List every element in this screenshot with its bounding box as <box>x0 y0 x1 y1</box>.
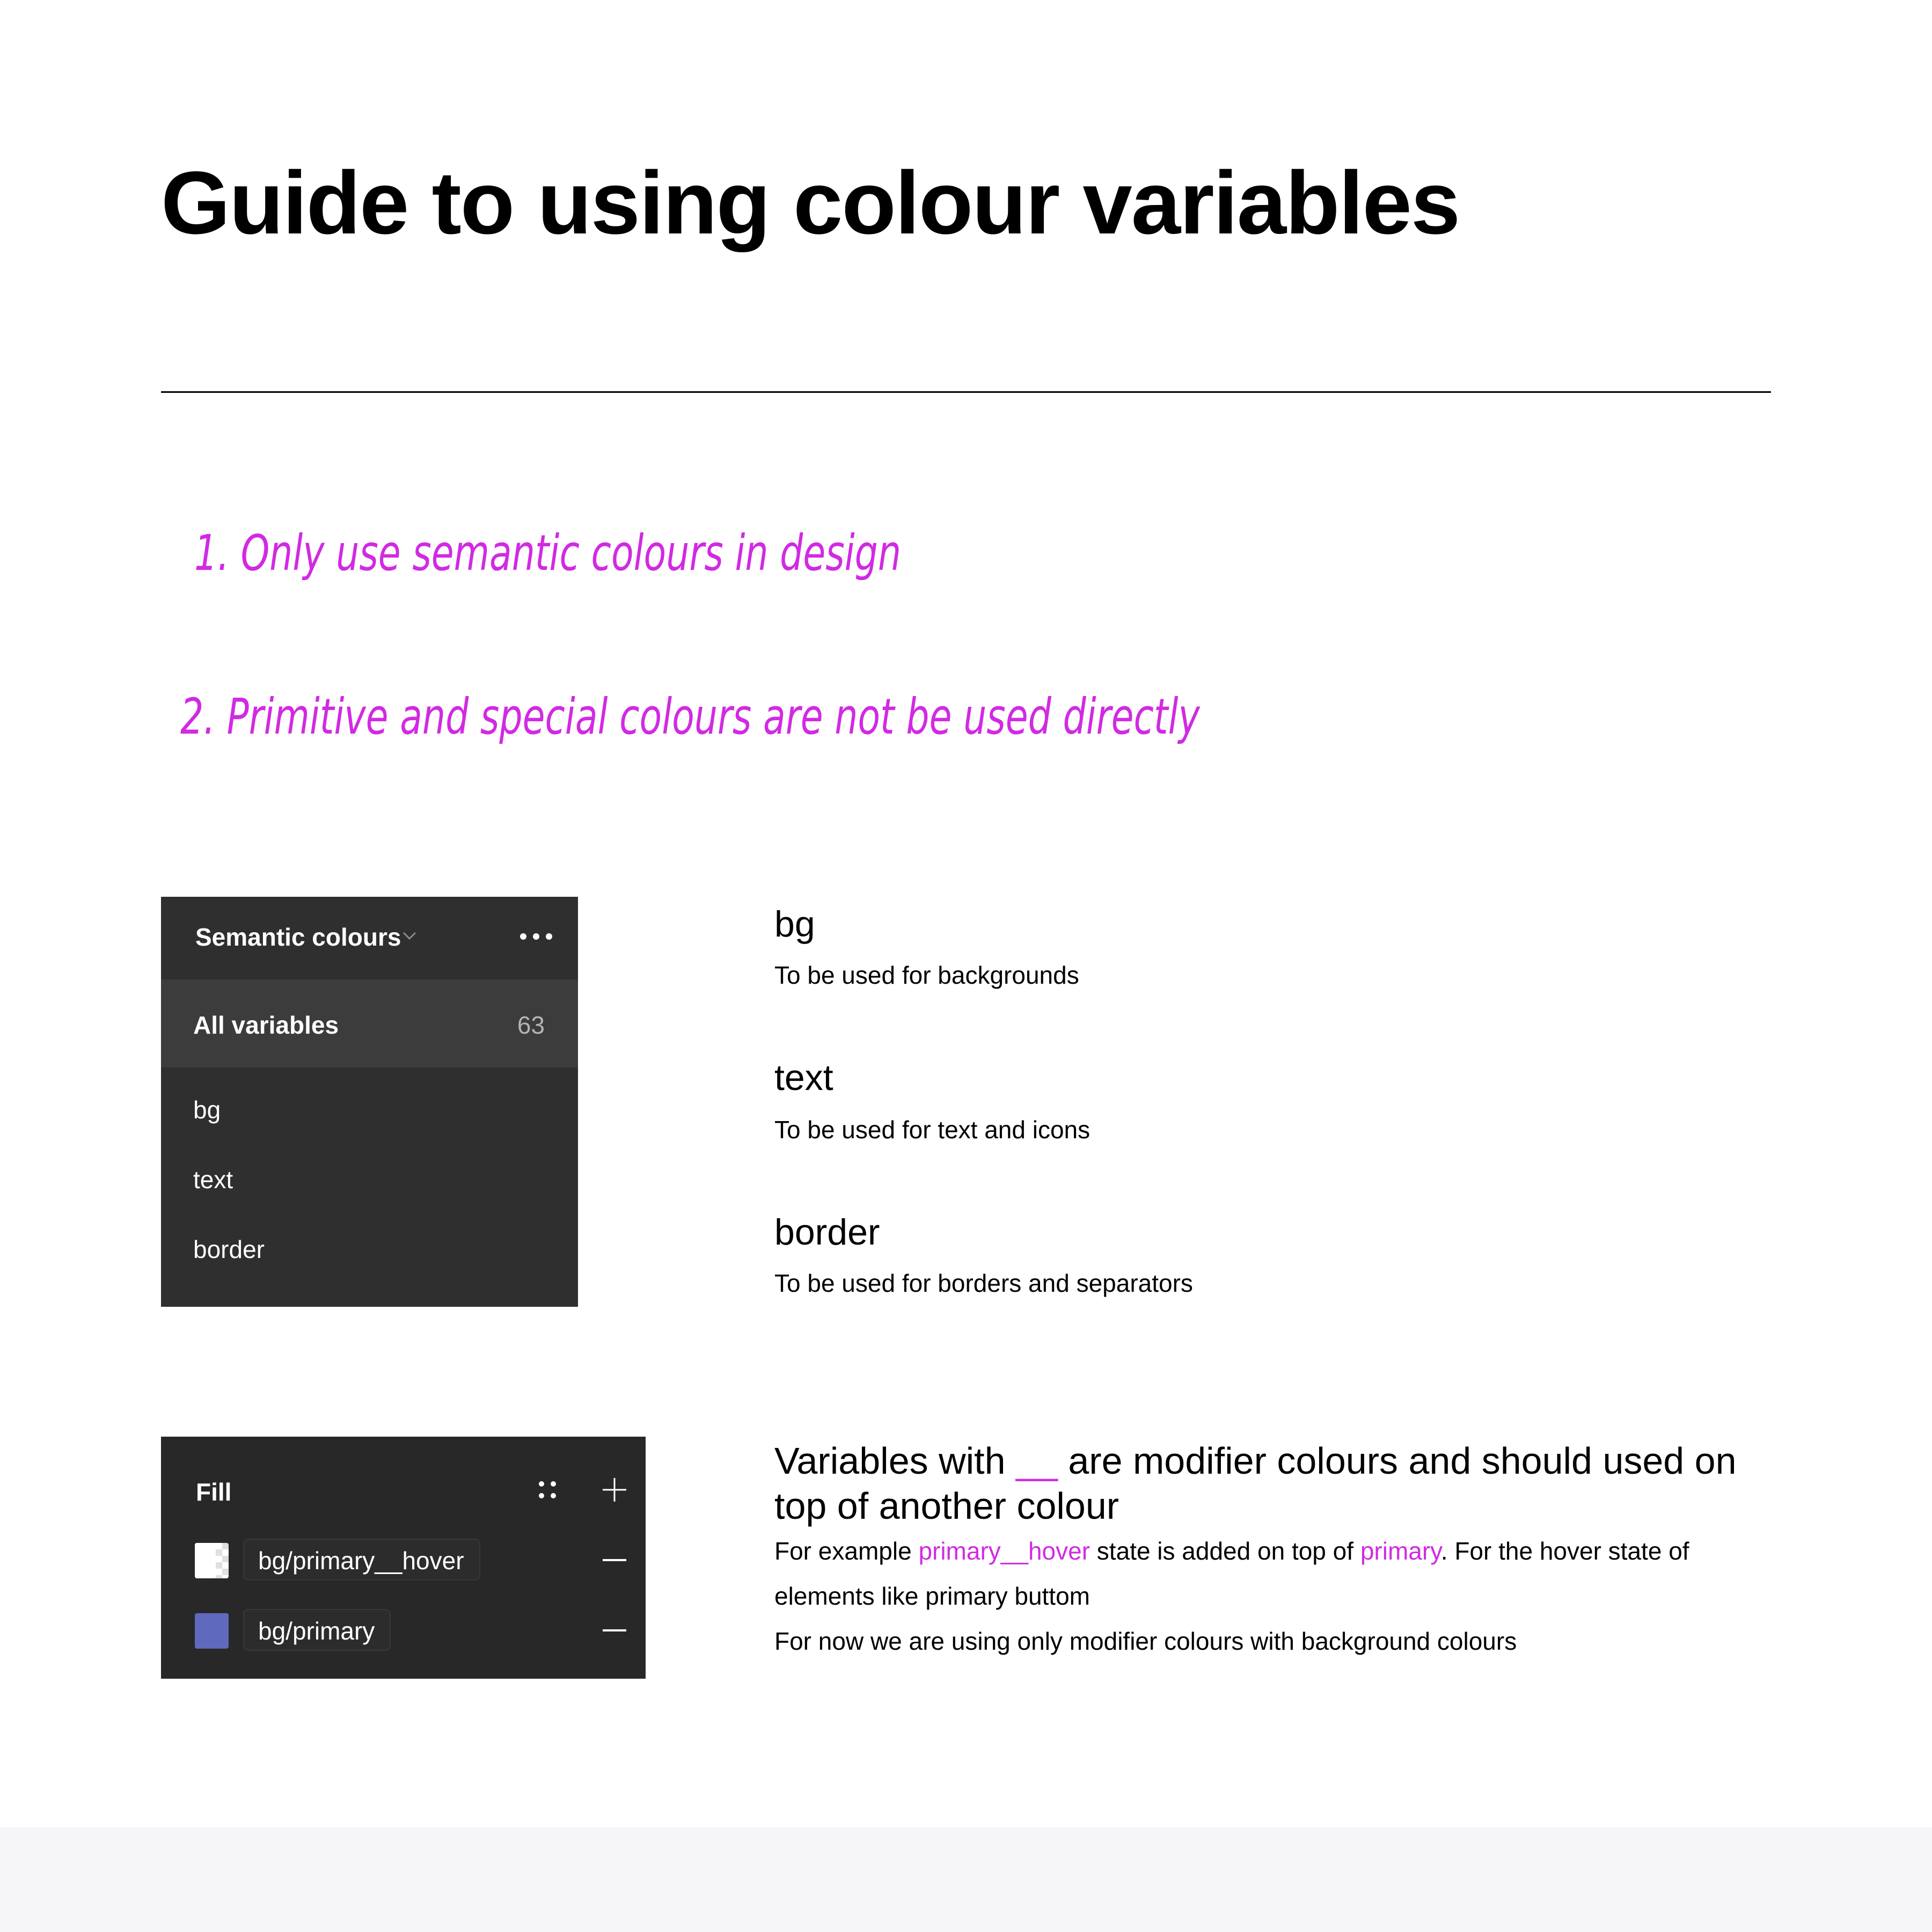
fill-row: bg/primary <box>195 1609 626 1653</box>
group-item-bg[interactable]: bg <box>193 1097 221 1122</box>
modifier-note: Variables with __ are modifier colours a… <box>774 1438 1778 1664</box>
modifier-scope-note: For now we are using only modifier colou… <box>774 1627 1517 1655</box>
collection-selector[interactable]: Semantic colours <box>195 925 401 949</box>
rule-note-2: 2. Primitive and special colours are not… <box>180 688 1200 745</box>
fill-title: Fill <box>196 1478 232 1506</box>
description-text: To be used for borders and separators <box>774 1269 1193 1297</box>
color-swatch[interactable] <box>195 1613 229 1649</box>
modifier-token: __ <box>1016 1440 1058 1482</box>
plus-icon[interactable] <box>603 1478 626 1502</box>
description-text: To be used for backgrounds <box>774 961 1079 989</box>
minus-icon[interactable] <box>603 1559 626 1561</box>
chevron-down-icon[interactable] <box>402 931 417 941</box>
footer-band <box>0 1827 1932 1932</box>
more-options-icon[interactable] <box>517 933 555 940</box>
page-title: Guide to using colour variables <box>161 153 1460 253</box>
body-text: For example <box>774 1537 919 1565</box>
modifier-example: For example primary__hover state is adde… <box>774 1528 1778 1619</box>
title-divider <box>161 391 1771 393</box>
description-heading: bg <box>774 904 815 945</box>
rule-note-1: 1. Only use semantic colours in design <box>194 524 901 582</box>
all-variables-item[interactable]: All variables 63 <box>161 979 578 1067</box>
variable-chip[interactable]: bg/primary <box>243 1609 391 1651</box>
group-item-text[interactable]: text <box>193 1167 233 1192</box>
token-primary: primary <box>1360 1537 1441 1565</box>
collection-header: Semantic colours <box>161 897 578 979</box>
heading-text: Variables with <box>774 1440 1016 1482</box>
modifier-heading: Variables with __ are modifier colours a… <box>774 1438 1778 1528</box>
body-text: state is added on top of <box>1090 1537 1360 1565</box>
all-variables-count: 63 <box>517 1011 545 1039</box>
description-heading: border <box>774 1212 880 1253</box>
variable-chip[interactable]: bg/primary__hover <box>243 1539 480 1580</box>
style-grid-icon[interactable] <box>538 1480 557 1499</box>
variables-panel: Semantic colours All variables 63 bg tex… <box>161 897 578 1307</box>
token-primary-hover: primary__hover <box>918 1537 1091 1565</box>
description-text: To be used for text and icons <box>774 1116 1091 1144</box>
fill-row: bg/primary__hover <box>195 1539 626 1583</box>
color-swatch[interactable] <box>195 1543 229 1578</box>
all-variables-label: All variables <box>193 1011 339 1039</box>
fill-panel: Fill bg/primary__hover bg/primary <box>161 1437 646 1679</box>
description-heading: text <box>774 1057 833 1098</box>
minus-icon[interactable] <box>603 1629 626 1631</box>
group-item-border[interactable]: border <box>193 1237 265 1262</box>
